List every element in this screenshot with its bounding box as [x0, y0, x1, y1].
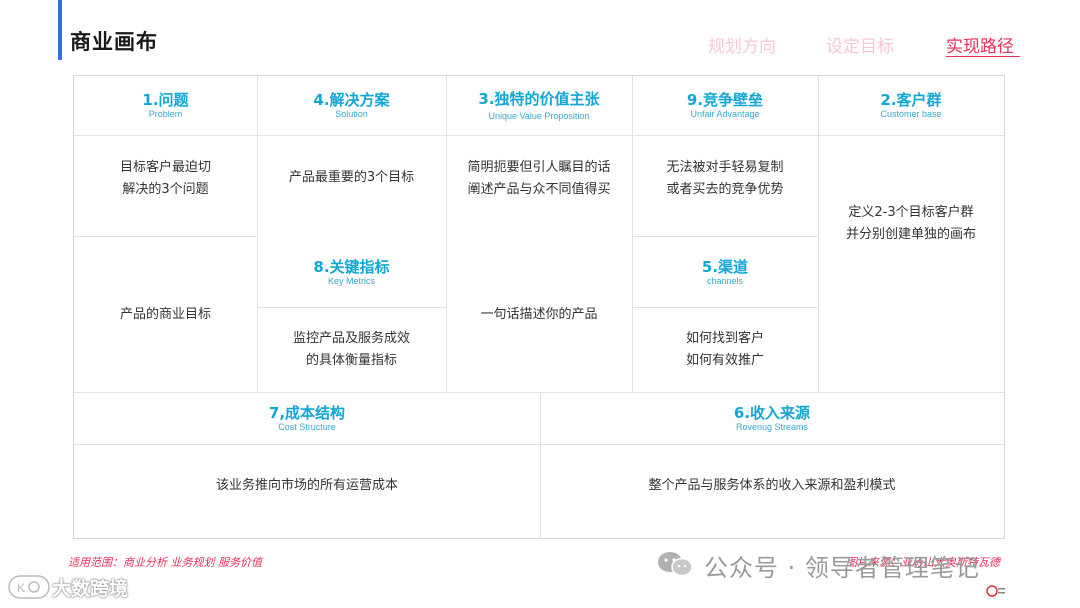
uvp-text-line: 简明扼要但引人瞩目的话 — [467, 160, 611, 175]
bottom-left-watermark: 大数跨境 — [52, 578, 129, 600]
revenue-streams-title: 6.收入来源 — [733, 404, 811, 422]
unfair-advantage-title: 9.竞争壁垒 — [686, 91, 764, 109]
customer-base-header: 2.客户群 Customer base — [818, 76, 1004, 135]
svg-text:K: K — [17, 581, 25, 595]
channels-subtitle: channels — [706, 275, 744, 286]
customer-base-title: 2.客户群 — [880, 91, 942, 109]
nav-tab-plan-direction[interactable]: 规划方向 — [708, 32, 776, 57]
scope-note: 适用范围：商业分析 业务规划 服务价值 — [68, 556, 262, 569]
wechat-account-watermark: 公众号 · 领导者管理笔记 — [704, 554, 980, 582]
cost-structure-title: 7,成本结构 — [268, 404, 346, 422]
unfair-advantage-text-line: 无法被对手轻易复制 — [666, 160, 784, 175]
customer-base-text-line: 定义2-3个目标客户群 — [848, 205, 974, 220]
revenue-streams-header: 6.收入来源 Rovenug Streams — [540, 393, 1004, 444]
cost-structure-header: 7,成本结构 Cost Structure — [74, 393, 540, 444]
nav-tab-set-goals[interactable]: 设定目标 — [826, 32, 894, 57]
solution-body: 产品最重要的3个目标 — [257, 136, 446, 236]
key-metrics-text-line: 监控产品及服务成效 — [292, 331, 410, 346]
problem-text-line: 目标客户最迫切 — [119, 160, 211, 175]
solution-text: 产品最重要的3个目标 — [288, 170, 415, 185]
channels-title: 5.渠道 — [701, 257, 749, 276]
uvp-header: 3.独特的价值主张 Unique Value Proposition — [446, 76, 632, 135]
title-accent-bar — [58, 0, 62, 60]
customer-base-subtitle: Customer base — [880, 109, 942, 119]
problem-title: 1.问题 — [142, 91, 189, 109]
key-metrics-subtitle: Key Metrics — [327, 275, 375, 286]
page-title: 商业画布 — [70, 30, 158, 54]
uvp-body: 简明扼要但引人瞩目的话 阐述产品与众不同值得买 — [446, 136, 632, 236]
active-tab-underline — [946, 56, 1020, 57]
problem-body: 目标客户最迫切 解决的3个问题 — [74, 136, 257, 236]
key-metrics-header: 8.关键指标 Key Metrics — [257, 237, 446, 307]
uvp-text-line: 阐述产品与众不同值得买 — [467, 182, 611, 197]
business-canvas-grid: 1.问题 Problem 4.解决方案 Solution 3.独特的价值主张 U… — [73, 75, 1005, 539]
problem-subtitle: Problem — [148, 109, 183, 119]
channels-text-line: 如何有效推广 — [685, 353, 764, 368]
cost-structure-text: 该业务推向市场的所有运营成本 — [215, 477, 398, 493]
customer-base-text-line: 并分别创建单独的画布 — [845, 227, 976, 242]
solution-header: 4.解决方案 Solution — [257, 76, 446, 135]
revenue-streams-subtitle: Rovenug Streams — [735, 422, 809, 432]
customer-base-body: 定义2-3个目标客户群 并分别创建单独的画布 — [818, 136, 1004, 392]
product-one-liner-body: 一句话描述你的产品 — [446, 237, 632, 392]
unfair-advantage-subtitle: Unfair Advantage — [690, 109, 760, 119]
channels-header: 5.渠道 channels — [632, 237, 818, 307]
cost-structure-body: 该业务推向市场的所有运营成本 — [74, 445, 540, 538]
brand-logo-icon: K — [8, 575, 50, 599]
wechat-icon — [658, 552, 693, 577]
publisher-logo-icon — [986, 585, 1005, 597]
product-one-liner-text: 一句话描述你的产品 — [480, 306, 598, 322]
problem-text-line: 解决的3个问题 — [122, 182, 209, 197]
unfair-advantage-header: 9.竞争壁垒 Unfair Advantage — [632, 76, 818, 135]
solution-title: 4.解决方案 — [313, 91, 390, 109]
business-goal-body: 产品的商业目标 — [74, 237, 257, 392]
revenue-streams-body: 整个产品与服务体系的收入来源和盈利模式 — [540, 445, 1004, 538]
unfair-advantage-body: 无法被对手轻易复制 或者买去的竞争优势 — [632, 136, 818, 236]
unfair-advantage-text-line: 或者买去的竞争优势 — [666, 182, 784, 197]
key-metrics-title: 8.关键指标 — [313, 257, 390, 276]
key-metrics-body: 监控产品及服务成效 的具体衡量指标 — [257, 308, 446, 392]
revenue-streams-text: 整个产品与服务体系的收入来源和盈利模式 — [648, 477, 896, 493]
uvp-subtitle: Unique Value Proposition — [488, 110, 590, 121]
business-goal-text: 产品的商业目标 — [119, 306, 211, 322]
channels-body: 如何找到客户 如何有效推广 — [632, 308, 818, 392]
channels-text-line: 如何找到客户 — [685, 331, 764, 346]
uvp-title: 3.独特的价值主张 — [478, 89, 600, 108]
solution-subtitle: Solution — [335, 109, 368, 119]
key-metrics-text-line: 的具体衡量指标 — [305, 353, 397, 368]
problem-header: 1.问题 Problem — [74, 76, 257, 135]
nav-tab-implementation-path[interactable]: 实现路径 — [946, 32, 1014, 57]
cost-structure-subtitle: Cost Structure — [278, 422, 336, 432]
